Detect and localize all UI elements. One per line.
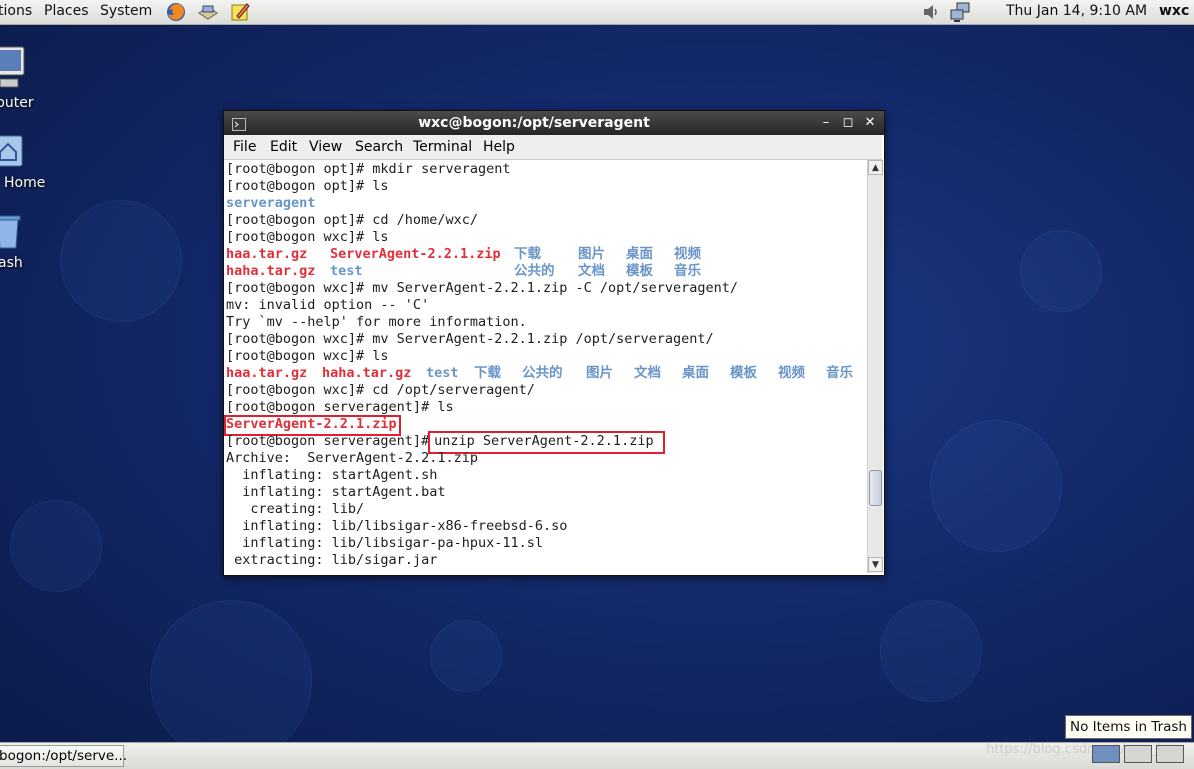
scroll-up-icon[interactable]: ▲: [868, 160, 883, 175]
terminal-output[interactable]: [root@bogon opt]# mkdir serveragent [roo…: [224, 160, 866, 573]
terminal-line: inflating: startAgent.sh: [226, 467, 438, 483]
maximize-icon[interactable]: ◻: [840, 115, 856, 131]
ls-entry: test: [426, 365, 459, 381]
terminal-line: [root@bogon wxc]# mv ServerAgent-2.2.1.z…: [226, 331, 714, 347]
ls-entry: 下载: [514, 246, 541, 262]
ls-entry: 模板: [626, 263, 653, 279]
prompt: [root@bogon serveragent]#: [226, 433, 430, 449]
volume-icon[interactable]: [920, 1, 942, 23]
workspace-2[interactable]: [1124, 745, 1152, 763]
ls-entry: 模板: [730, 365, 757, 381]
terminal-line: haa.tar.gz ServerAgent-2.2.1.zip 下载 图片 桌…: [226, 246, 866, 263]
terminal-line: [root@bogon wxc]# cd /opt/serveragent/: [226, 382, 535, 398]
computer-icon: [0, 45, 26, 97]
menu-search[interactable]: Search: [355, 139, 403, 155]
mail-icon[interactable]: [197, 1, 219, 23]
terminal-line: [root@bogon wxc]# ls: [226, 229, 389, 245]
ls-entry: 图片: [586, 365, 613, 381]
workspace-1[interactable]: [1092, 745, 1120, 763]
terminal-line: [root@bogon wxc]# ls: [226, 348, 389, 364]
ls-entry: 图片: [578, 246, 605, 262]
scrollbar-thumb[interactable]: [869, 470, 882, 506]
terminal-line: inflating: startAgent.bat: [226, 484, 446, 500]
minimize-icon[interactable]: –: [818, 115, 834, 131]
applications-menu[interactable]: tions: [0, 3, 32, 19]
trash-tooltip: No Items in Trash: [1065, 715, 1192, 739]
clock[interactable]: Thu Jan 14, 9:10 AM: [1006, 3, 1147, 19]
desktop-trash[interactable]: ash: [0, 210, 60, 274]
terminal-line: haha.tar.gz test 公共的 文档 模板 音乐: [226, 263, 866, 280]
ls-entry: 桌面: [682, 365, 709, 381]
menu-file[interactable]: File: [233, 139, 256, 155]
window-titlebar[interactable]: wxc@bogon:/opt/serveragent – ◻ ✕: [224, 111, 884, 135]
ls-entry: 视频: [778, 365, 805, 381]
ls-entry: 公共的: [522, 365, 563, 381]
terminal-line: inflating: lib/libsigar-pa-hpux-11.sl: [226, 535, 543, 551]
menu-view[interactable]: View: [309, 139, 342, 155]
ls-entry: test: [330, 263, 363, 279]
ls-entry: haa.tar.gz: [226, 246, 308, 262]
ls-entry: 音乐: [674, 263, 701, 279]
ls-entry: 下载: [474, 365, 501, 381]
terminal-line: [root@bogon opt]# cd /home/wxc/: [226, 212, 478, 228]
ls-entry: 音乐: [826, 365, 853, 381]
ls-entry: haha.tar.gz: [226, 263, 316, 279]
trash-icon: [0, 210, 24, 254]
desktop-icon-label: Home: [4, 175, 46, 191]
ls-entry: ServerAgent-2.2.1.zip: [330, 246, 501, 262]
terminal-line: [root@bogon opt]# mkdir serveragent: [226, 161, 511, 177]
desktop-icon-label: ash: [0, 255, 23, 271]
ls-entry: haa.tar.gz: [226, 365, 308, 381]
terminal-line: [root@bogon wxc]# mv ServerAgent-2.2.1.z…: [226, 280, 739, 296]
scroll-down-icon[interactable]: ▼: [868, 557, 883, 572]
ls-entry: haha.tar.gz: [322, 365, 412, 381]
terminal-line: [root@bogon serveragent]# ls: [226, 399, 454, 415]
ls-entry: 桌面: [626, 246, 653, 262]
terminal-line: Archive: ServerAgent-2.2.1.zip: [226, 450, 478, 466]
menu-terminal[interactable]: Terminal: [413, 139, 472, 155]
terminal-line: haa.tar.gz haha.tar.gz test 下载 公共的 图片 文档…: [226, 365, 866, 382]
top-panel: tions Places System Thu Jan 14, 9:10 AM …: [0, 0, 1194, 25]
desktop-computer[interactable]: puter: [0, 45, 60, 115]
network-icon[interactable]: [949, 1, 971, 23]
terminal-line: mv: invalid option -- 'C': [226, 297, 430, 313]
terminal-line: inflating: lib/libsigar-x86-freebsd-6.so: [226, 518, 568, 534]
window-menubar: File Edit View Search Terminal Help: [224, 135, 882, 160]
terminal-line: Try `mv --help' for more information.: [226, 314, 527, 330]
terminal-line: [root@bogon opt]# ls: [226, 178, 389, 194]
ls-entry: 文档: [634, 365, 661, 381]
terminal-scrollbar[interactable]: ▲ ▼: [867, 160, 883, 573]
menu-help[interactable]: Help: [483, 139, 515, 155]
terminal-line: creating: lib/: [226, 501, 365, 517]
system-menu[interactable]: System: [100, 3, 152, 19]
home-folder-icon: [0, 132, 24, 172]
places-menu[interactable]: Places: [44, 3, 89, 19]
terminal-window: wxc@bogon:/opt/serveragent – ◻ ✕ File Ed…: [223, 110, 885, 576]
ls-entry: 文档: [578, 263, 605, 279]
firefox-icon[interactable]: [165, 1, 187, 23]
desktop-home[interactable]: Home: [0, 132, 60, 196]
close-icon[interactable]: ✕: [862, 115, 878, 131]
terminal-line: extracting: lib/sigar.jar: [226, 552, 438, 568]
user-menu[interactable]: wxc: [1159, 3, 1189, 19]
desktop-icon-label: puter: [0, 95, 34, 111]
ls-entry: 视频: [674, 246, 701, 262]
menu-edit[interactable]: Edit: [270, 139, 297, 155]
window-title: wxc@bogon:/opt/serveragent: [418, 115, 650, 131]
terminal-line: serveragent: [226, 195, 316, 211]
workspace-3[interactable]: [1156, 745, 1184, 763]
notes-icon[interactable]: [229, 1, 251, 23]
ls-entry: 公共的: [514, 263, 555, 279]
taskbar-terminal-button[interactable]: bogon:/opt/serve...: [0, 745, 127, 767]
